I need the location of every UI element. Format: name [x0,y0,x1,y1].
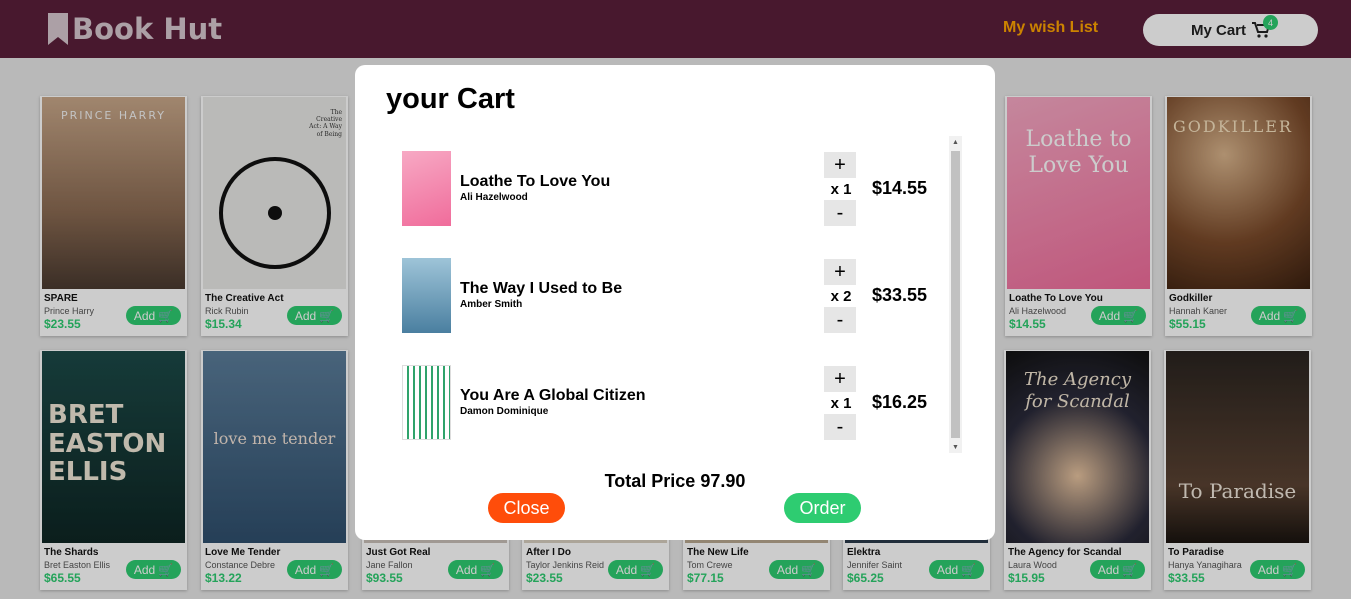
cart-item: You Are A Global Citizen Damon Dominique… [387,349,947,453]
cart-item-name: The Way I Used to Be [460,280,623,297]
cart-item-name: You Are A Global Citizen [460,387,646,404]
decrease-qty-button[interactable]: - [824,414,856,440]
scroll-down-icon[interactable]: ▼ [949,441,962,453]
increase-qty-button[interactable]: + [824,152,856,178]
order-button[interactable]: Order [784,493,861,523]
cart-item-qty: x 2 [830,288,852,305]
close-button[interactable]: Close [488,493,565,523]
cart-item-author: Ali Hazelwood [460,192,528,203]
cart-item-price: $33.55 [872,285,928,305]
cart-item-author: Damon Dominique [460,406,549,417]
decrease-qty-button[interactable]: - [824,200,856,226]
increase-qty-button[interactable]: + [824,259,856,285]
cart-title: your Cart [386,83,515,115]
increase-qty-button[interactable]: + [824,366,856,392]
cart-modal: your Cart Loathe To Love You Ali Hazelwo… [355,65,995,540]
cart-item-thumbnail [402,365,451,440]
cart-item-qty: x 1 [830,395,852,412]
cart-item-name: Loathe To Love You [460,173,611,190]
scrollbar-thumb[interactable] [951,151,960,438]
cart-item: The Way I Used to Be Amber Smith + x 2 -… [387,242,947,349]
cart-item-price: $14.55 [872,178,928,198]
cart-item-author: Amber Smith [460,299,523,310]
cart-item-price: $16.25 [872,392,928,412]
cart-item-thumbnail [402,151,451,226]
decrease-qty-button[interactable]: - [824,307,856,333]
cart-scrollbar[interactable]: ▲ ▼ [949,136,962,453]
cart-item-thumbnail [402,258,451,333]
cart-item-list: Loathe To Love You Ali Hazelwood + x 1 -… [387,135,963,453]
scroll-up-icon[interactable]: ▲ [949,136,962,148]
cart-item: Loathe To Love You Ali Hazelwood + x 1 -… [387,135,947,242]
cart-item-qty: x 1 [830,181,852,198]
total-price: Total Price 97.90 [604,471,746,491]
